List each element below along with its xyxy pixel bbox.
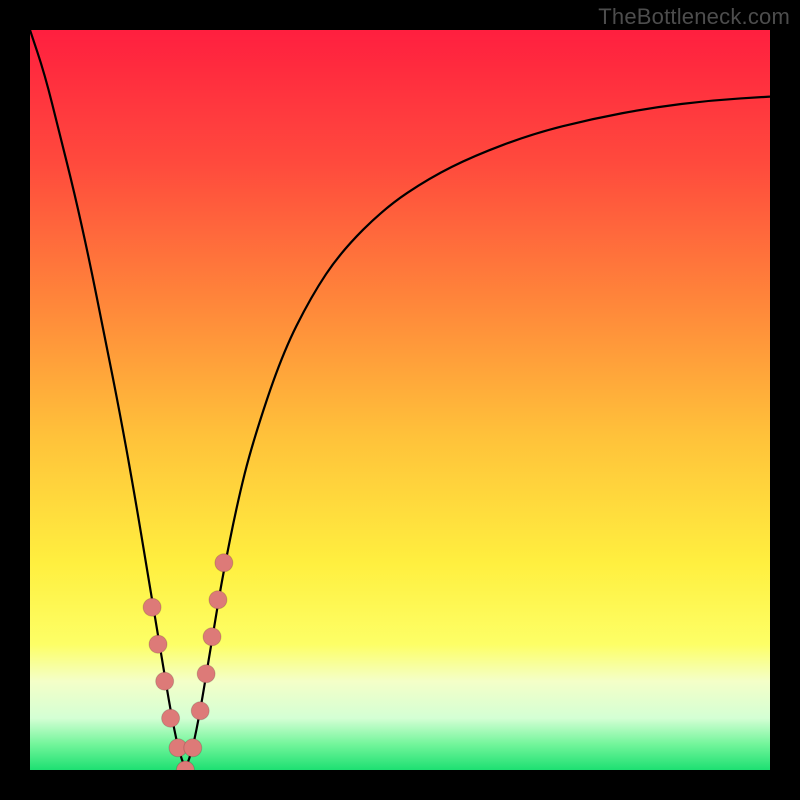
- watermark-text: TheBottleneck.com: [598, 4, 790, 30]
- bead-group: [143, 554, 233, 770]
- bottleneck-curve: [30, 30, 770, 764]
- chart-overlay: [30, 30, 770, 770]
- plot-area: [30, 30, 770, 770]
- chart-frame: TheBottleneck.com: [0, 0, 800, 800]
- bead: [176, 761, 194, 770]
